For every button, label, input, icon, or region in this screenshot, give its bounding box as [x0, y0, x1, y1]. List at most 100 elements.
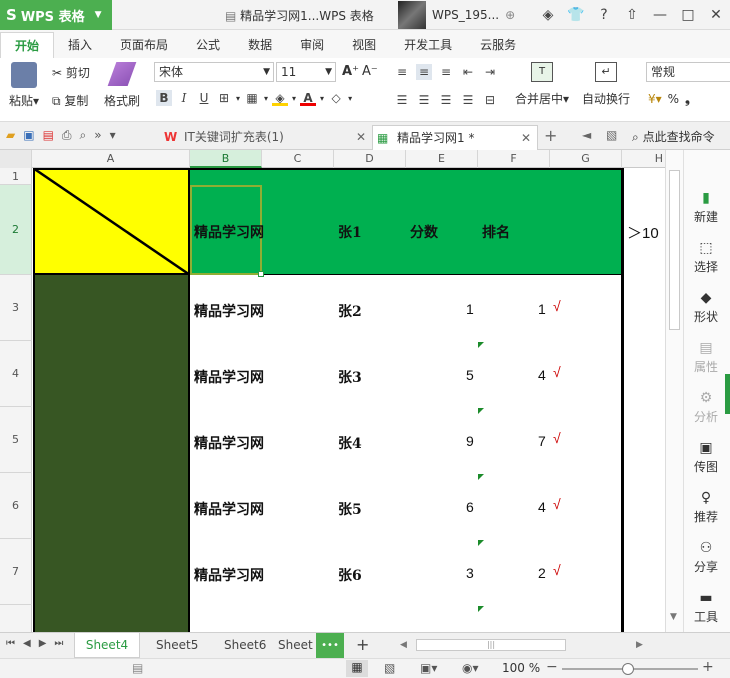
print-preview-icon[interactable]: ⌕ — [80, 128, 87, 143]
minimize-icon[interactable]: — — [646, 7, 674, 23]
paste-button[interactable]: 粘贴▾ — [8, 62, 40, 109]
cell-d7[interactable]: 张6 — [338, 565, 362, 585]
scroll-left-icon[interactable]: ◀ — [400, 640, 407, 650]
sheet-tab-4[interactable]: Sheet4 — [74, 633, 140, 658]
tab-cloud[interactable]: 云服务 — [466, 32, 530, 58]
column-header-a[interactable]: A — [32, 150, 190, 168]
open-folder-icon[interactable]: ▰ — [6, 128, 15, 143]
row-header-5[interactable]: 5 — [0, 407, 32, 473]
cell-e4[interactable]: 5 — [466, 367, 474, 383]
header-cell-f[interactable]: 排名 — [482, 222, 510, 242]
fill-handle[interactable] — [258, 271, 264, 277]
cell-a1-diagonal[interactable] — [33, 168, 190, 275]
column-header-f[interactable]: F — [478, 150, 550, 168]
align-left-icon[interactable]: ☰ — [394, 92, 410, 108]
indent-decrease-icon[interactable]: ⇤ — [460, 64, 476, 80]
column-header-h[interactable]: H — [622, 150, 665, 168]
tab-view[interactable]: 视图 — [338, 32, 390, 58]
prev-sheet-icon[interactable]: ◀ — [23, 638, 31, 649]
cell-e3[interactable]: 1 — [466, 301, 474, 317]
wrap-text-button[interactable]: ↵ 自动换行 — [580, 62, 632, 107]
indent-increase-icon[interactable]: ⇥ — [482, 64, 498, 80]
row-header-1[interactable]: 1 — [0, 168, 32, 185]
find-command-search[interactable]: ⌕ 点此查找命令 — [632, 128, 715, 145]
first-sheet-icon[interactable]: ⏮ — [6, 638, 15, 649]
app-menu-button[interactable]: S WPS 表格 ▼ — [0, 0, 112, 30]
tab-data[interactable]: 数据 — [234, 32, 286, 58]
scroll-right-icon[interactable]: ▶ — [636, 640, 643, 650]
cell-f5[interactable]: 7 — [538, 433, 546, 449]
dropdown-icon[interactable]: ▾ — [110, 128, 116, 143]
row-header-7[interactable]: 7 — [0, 539, 32, 605]
help-icon[interactable]: ? — [590, 7, 618, 23]
check-mark[interactable]: √ — [553, 364, 561, 380]
sheet-tab-more[interactable]: Sheet — [278, 633, 313, 658]
column-header-e[interactable]: E — [406, 150, 478, 168]
sheet-tab-5[interactable]: Sheet5 — [156, 633, 198, 658]
zoom-out-icon[interactable]: − — [546, 659, 558, 675]
maximize-icon[interactable]: □ — [674, 7, 702, 23]
cell-e6[interactable]: 6 — [466, 499, 474, 515]
italic-button[interactable]: I — [176, 90, 192, 106]
upload-icon[interactable]: ⇧ — [618, 7, 646, 23]
pdf-icon[interactable]: ▤ — [43, 128, 54, 143]
cut-button[interactable]: ✂ 剪切 — [52, 64, 90, 81]
new-tab-icon[interactable]: + — [544, 126, 557, 145]
add-sheet-button[interactable]: + — [356, 635, 369, 654]
distribute-icon[interactable]: ⊟ — [482, 92, 498, 108]
row-header-3[interactable]: 3 — [0, 275, 32, 341]
doc-tab-it-keywords[interactable]: W IT关键词扩充表(1) ✕ — [160, 125, 370, 150]
fill-color-icon[interactable]: ◈ — [272, 90, 289, 106]
close-icon[interactable]: ✕ — [702, 7, 730, 23]
tab-insert[interactable]: 插入 — [54, 32, 106, 58]
page-break-view-icon[interactable]: ▧ — [384, 661, 395, 675]
user-account[interactable]: WPS_195... ⊕ — [398, 0, 515, 30]
border-icon[interactable]: ⊞ — [216, 90, 232, 106]
align-top-icon[interactable]: ≡ — [394, 64, 410, 80]
zoom-level[interactable]: 100 % — [502, 661, 540, 675]
column-header-g[interactable]: G — [550, 150, 622, 168]
row-header-8[interactable] — [0, 605, 32, 632]
merge-center-button[interactable]: T 合并居中▾ — [512, 62, 572, 107]
scroll-down-icon[interactable]: ▼ — [670, 612, 677, 622]
tab-home[interactable]: 开始 — [0, 32, 55, 58]
cell-b4[interactable]: 精品学习网 — [194, 367, 264, 387]
sidebar-collapse-handle[interactable] — [725, 374, 730, 414]
format-painter-button[interactable]: 格式刷 — [104, 62, 140, 109]
header-cell-e[interactable]: 分数 — [410, 222, 438, 242]
page-layout-icon[interactable]: ▣▾ — [420, 661, 437, 675]
cell-f7[interactable]: 2 — [538, 565, 546, 581]
cell-d5[interactable]: 张4 — [338, 433, 362, 453]
cell-d3[interactable]: 张2 — [338, 301, 362, 321]
tab-review[interactable]: 审阅 — [286, 32, 338, 58]
check-mark[interactable]: √ — [553, 298, 561, 314]
clear-format-icon[interactable]: ◇ — [328, 90, 344, 106]
save-icon[interactable]: ▣ — [23, 128, 34, 143]
zoom-in-icon[interactable]: + — [702, 659, 714, 675]
currency-icon[interactable]: ¥▾ — [648, 92, 662, 107]
align-right-icon[interactable]: ☰ — [438, 92, 454, 108]
cell-b7[interactable]: 精品学习网 — [194, 565, 264, 585]
cell-b5[interactable]: 精品学习网 — [194, 433, 264, 453]
sheet-tab-6[interactable]: Sheet6 — [224, 633, 266, 658]
align-center-icon[interactable]: ☰ — [416, 92, 432, 108]
align-middle-icon[interactable]: ≡ — [416, 64, 432, 80]
sidebar-item-analysis[interactable]: ⚙ 分析 — [684, 390, 728, 425]
cell-b3[interactable]: 精品学习网 — [194, 301, 264, 321]
print-icon[interactable]: ⎙ — [62, 128, 72, 143]
scroll-thumb[interactable] — [669, 170, 680, 330]
header-cell-h[interactable]: ＞10 — [627, 222, 659, 243]
check-mark[interactable]: √ — [553, 496, 561, 512]
comma-button[interactable]: ❟ — [685, 92, 690, 107]
row-header-4[interactable]: 4 — [0, 341, 32, 407]
align-bottom-icon[interactable]: ≡ — [438, 64, 454, 80]
cell-d4[interactable]: 张3 — [338, 367, 362, 387]
check-mark[interactable]: √ — [553, 430, 561, 446]
justify-icon[interactable]: ☰ — [460, 92, 476, 108]
cell-e7[interactable]: 3 — [466, 565, 474, 581]
cell-e5[interactable]: 9 — [466, 433, 474, 449]
column-header-c[interactable]: C — [262, 150, 334, 168]
cell-f6[interactable]: 4 — [538, 499, 546, 515]
sidebar-item-new[interactable]: ▮ 新建 — [684, 190, 728, 225]
font-grow-button[interactable]: A⁺ — [342, 64, 359, 79]
